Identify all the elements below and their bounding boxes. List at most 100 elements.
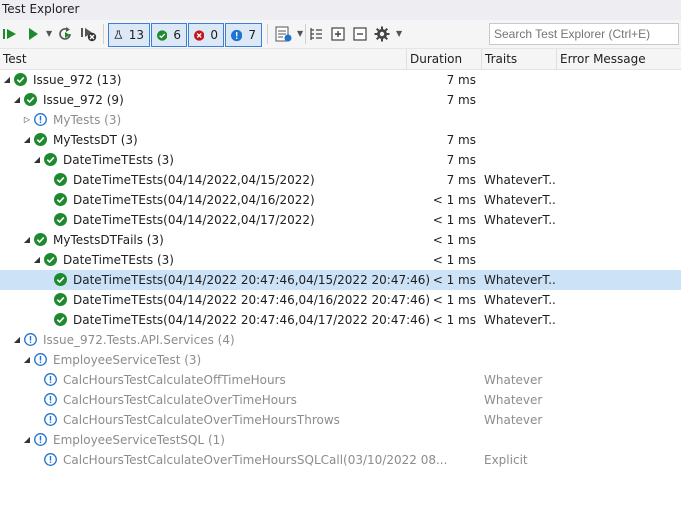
- not-run-tests-filter[interactable]: 7: [225, 23, 262, 47]
- tree-row[interactable]: DateTimeTEsts(04/14/2022,04/17/2022) < 1…: [0, 210, 681, 230]
- passed-icon: [34, 133, 47, 146]
- run-all-button[interactable]: [2, 25, 18, 43]
- failed-count: 0: [210, 28, 218, 42]
- test-duration: [406, 330, 476, 350]
- test-name: DateTimeTEsts (3): [63, 153, 174, 167]
- test-duration: 7 ms: [446, 73, 476, 87]
- test-traits: [484, 150, 556, 170]
- search-input[interactable]: [489, 23, 679, 45]
- test-traits: [484, 90, 556, 110]
- test-name: Issue_972.Tests.API.Services (4): [43, 333, 235, 347]
- flask-icon: [114, 30, 123, 39]
- expand-chevron-icon[interactable]: ◢: [11, 93, 23, 107]
- tree-row[interactable]: CalcHoursTestCalculateOverTimeHoursSQLCa…: [0, 450, 681, 470]
- tree-row[interactable]: DateTimeTEsts(04/14/2022,04/15/2022) 7 m…: [0, 170, 681, 190]
- window-title: Test Explorer: [0, 0, 681, 20]
- expand-chevron-icon[interactable]: ◢: [21, 353, 33, 367]
- tree-row[interactable]: ◢ MyTestsDTFails (3) < 1 ms: [0, 230, 681, 250]
- expand-chevron-icon[interactable]: ◢: [11, 333, 23, 347]
- tree-row[interactable]: CalcHoursTestCalculateOverTimeHours What…: [0, 390, 681, 410]
- tree-row[interactable]: ◢ Issue_972 (9) 7 ms: [0, 90, 681, 110]
- test-name: Issue_972 (9): [43, 93, 124, 107]
- passed-icon: [54, 293, 67, 306]
- tree-row[interactable]: CalcHoursTestCalculateOverTimeHoursThrow…: [0, 410, 681, 430]
- test-name: EmployeeServiceTest (3): [53, 353, 202, 367]
- tree-row[interactable]: ▷ MyTests (3): [0, 110, 681, 130]
- hierarchy-icon: [310, 28, 322, 40]
- test-name: DateTimeTEsts(04/14/2022,04/17/2022): [73, 213, 315, 227]
- column-test[interactable]: Test: [0, 49, 407, 70]
- tree-row[interactable]: DateTimeTEsts(04/14/2022,04/16/2022) < 1…: [0, 190, 681, 210]
- not-run-icon: [34, 433, 47, 446]
- test-duration: < 1 ms: [432, 293, 476, 307]
- passed-icon: [14, 73, 27, 86]
- playlist-icon: [275, 26, 292, 42]
- settings-dropdown-chevron-icon[interactable]: ▼: [396, 29, 402, 38]
- expand-chevron-icon[interactable]: ◢: [21, 433, 33, 447]
- run-button[interactable]: [26, 25, 40, 43]
- tree-row[interactable]: ◢ Issue_972 (13) 7 ms: [0, 70, 681, 90]
- tree-row[interactable]: ◢ DateTimeTEsts (3) < 1 ms: [0, 250, 681, 270]
- group-by-button[interactable]: [309, 25, 323, 43]
- not-run-icon: [34, 113, 47, 126]
- test-duration: [406, 110, 476, 130]
- repeat-last-run-button[interactable]: [58, 25, 74, 43]
- test-traits: [484, 130, 556, 150]
- tree-row[interactable]: DateTimeTEsts(04/14/2022 20:47:46,04/17/…: [0, 310, 681, 330]
- column-traits[interactable]: Traits: [482, 49, 557, 70]
- tree-row[interactable]: ◢ MyTestsDT (3) 7 ms: [0, 130, 681, 150]
- expand-chevron-icon[interactable]: ◢: [21, 233, 33, 247]
- test-traits: [484, 350, 556, 370]
- collapse-all-icon: [353, 27, 367, 41]
- test-duration: 7 ms: [446, 93, 476, 107]
- test-name: DateTimeTEsts(04/14/2022,04/15/2022): [73, 173, 315, 187]
- test-duration: [406, 410, 476, 430]
- tree-row[interactable]: ◢ DateTimeTEsts (3) 7 ms: [0, 150, 681, 170]
- column-duration[interactable]: Duration: [407, 49, 482, 70]
- expand-chevron-icon[interactable]: ◢: [31, 153, 43, 167]
- test-name: EmployeeServiceTestSQL (1): [53, 433, 225, 447]
- failed-tests-filter[interactable]: 0: [188, 23, 224, 47]
- not-run-icon: [44, 393, 57, 406]
- settings-button[interactable]: [374, 25, 390, 43]
- collapse-all-button[interactable]: [352, 25, 368, 43]
- tree-row[interactable]: DateTimeTEsts(04/14/2022 20:47:46,04/16/…: [0, 290, 681, 310]
- tree-row[interactable]: ◢ EmployeeServiceTestSQL (1): [0, 430, 681, 450]
- tree-row[interactable]: ◢ EmployeeServiceTest (3): [0, 350, 681, 370]
- passed-count: 6: [173, 28, 181, 42]
- column-error-message[interactable]: Error Message: [557, 49, 681, 70]
- playlist-button[interactable]: [274, 25, 292, 43]
- passed-icon: [54, 313, 67, 326]
- test-duration: 7 ms: [446, 133, 476, 147]
- run-icon: [29, 28, 38, 40]
- tree-row[interactable]: ◢ Issue_972.Tests.API.Services (4): [0, 330, 681, 350]
- column-header: Test Duration Traits Error Message: [0, 49, 681, 70]
- not-run-icon: [24, 333, 37, 346]
- failed-icon: [194, 29, 205, 41]
- test-duration: < 1 ms: [432, 253, 476, 267]
- passed-icon: [54, 273, 67, 286]
- playlist-dropdown-chevron-icon[interactable]: ▼: [297, 29, 303, 38]
- tree-row-selected[interactable]: DateTimeTEsts(04/14/2022 20:47:46,04/15/…: [0, 270, 681, 290]
- expand-chevron-icon[interactable]: ◢: [1, 73, 13, 87]
- test-name: CalcHoursTestCalculateOverTimeHours: [63, 393, 297, 407]
- total-tests-filter[interactable]: 13: [108, 23, 150, 47]
- tree-row[interactable]: CalcHoursTestCalculateOffTimeHours Whate…: [0, 370, 681, 390]
- passed-tests-filter[interactable]: 6: [151, 23, 187, 47]
- test-traits: Whatever: [484, 413, 543, 427]
- run-failed-tests-button[interactable]: [80, 25, 98, 43]
- expand-all-button[interactable]: [330, 25, 346, 43]
- not-run-icon: [231, 29, 243, 41]
- test-traits: WhateverT...: [484, 193, 556, 207]
- expand-chevron-icon[interactable]: ◢: [21, 133, 33, 147]
- test-duration: < 1 ms: [432, 313, 476, 327]
- collapsed-chevron-icon[interactable]: ▷: [21, 113, 33, 127]
- test-tree: ◢ Issue_972 (13) 7 ms ◢ Issue_972 (9) 7 …: [0, 70, 681, 470]
- expand-chevron-icon[interactable]: ◢: [31, 253, 43, 267]
- test-duration: 7 ms: [446, 173, 476, 187]
- run-dropdown-chevron-icon[interactable]: ▼: [46, 29, 52, 38]
- test-name: CalcHoursTestCalculateOverTimeHoursThrow…: [63, 413, 340, 427]
- not-run-icon: [44, 453, 57, 466]
- test-traits: [484, 430, 556, 450]
- test-duration: < 1 ms: [432, 193, 476, 207]
